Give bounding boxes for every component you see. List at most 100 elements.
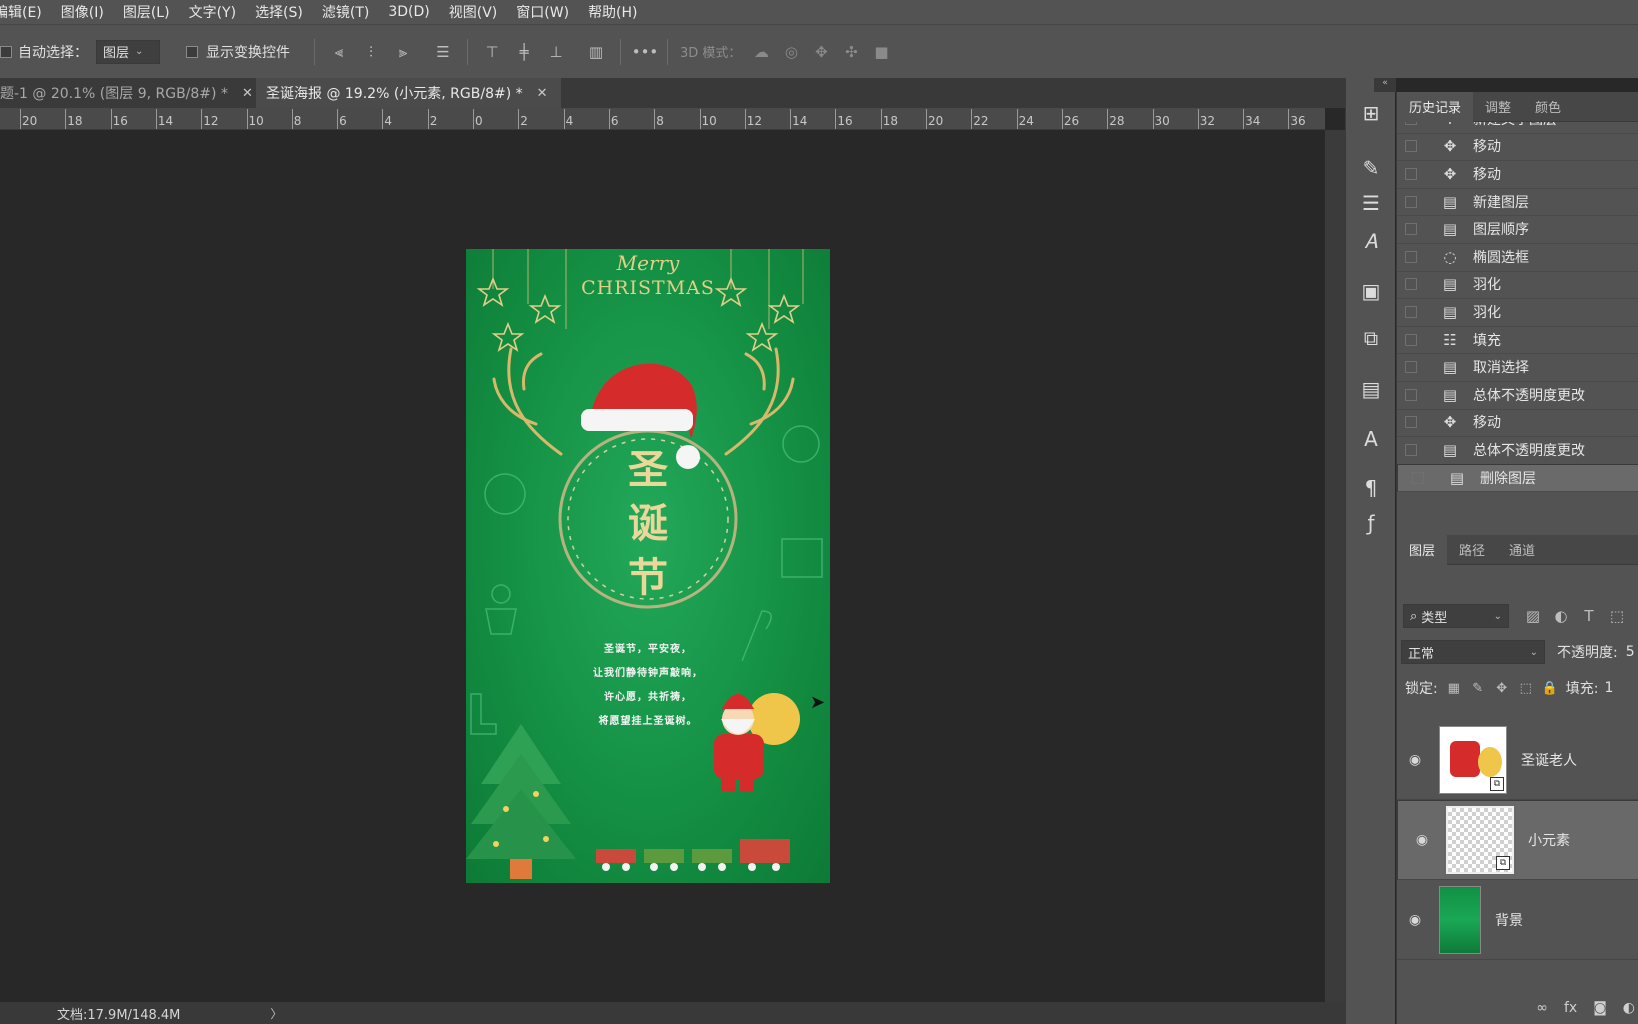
snapshot-checkbox[interactable] [1405, 361, 1417, 374]
snapshot-checkbox[interactable] [1405, 195, 1417, 208]
layer-row-small-elements[interactable]: ◉ ⧉ 小元素 [1397, 800, 1638, 880]
properties-icon[interactable]: ▤ [1356, 374, 1386, 404]
link-layers-icon[interactable]: ∞ [1536, 1000, 1548, 1016]
snapshot-checkbox[interactable] [1405, 278, 1417, 291]
menu-window[interactable]: 窗口(W) [516, 2, 569, 22]
snapshot-checkbox[interactable] [1412, 472, 1424, 485]
align-right-icon[interactable]: ⫸ [393, 42, 413, 62]
grid-icon[interactable]: ⊞ [1356, 98, 1386, 128]
menu-edit[interactable]: 编辑(E) [0, 2, 42, 22]
lock-all-icon[interactable]: 🔒 [1540, 678, 1560, 698]
snapshot-checkbox[interactable] [1405, 223, 1417, 236]
snapshot-checkbox[interactable] [1405, 122, 1417, 125]
snapshot-checkbox[interactable] [1405, 305, 1417, 318]
lock-pixels-icon[interactable]: ✎ [1468, 678, 1488, 698]
layer-style-icon[interactable]: fx [1564, 1000, 1577, 1016]
tab-channels[interactable]: 通道 [1497, 535, 1547, 565]
character-icon[interactable]: A [1356, 424, 1386, 454]
lock-position-icon[interactable]: ✥ [1492, 678, 1512, 698]
snapshot-checkbox[interactable] [1405, 388, 1417, 401]
fill-value[interactable]: 1 [1604, 680, 1613, 696]
history-item[interactable]: ▤ 新建图层 [1397, 188, 1638, 217]
blend-mode-dropdown[interactable]: 正常 ⌄ [1401, 640, 1545, 664]
snapshot-checkbox[interactable] [1405, 250, 1417, 263]
menu-layer[interactable]: 图层(L) [123, 2, 170, 22]
lock-artboard-icon[interactable]: ⬚ [1516, 678, 1536, 698]
align-bottom-icon[interactable]: ⊥ [546, 42, 566, 62]
3d-slide-icon[interactable]: ✣ [841, 42, 861, 62]
tab-color[interactable]: 颜色 [1523, 92, 1573, 122]
navigator-icon[interactable]: ▣ [1356, 276, 1386, 306]
history-item[interactable]: ▤ 删除图层 [1397, 463, 1638, 493]
more-options-icon[interactable]: ••• [632, 42, 659, 62]
pixel-filter-icon[interactable]: ▨ [1523, 606, 1543, 626]
menu-filter[interactable]: 滤镜(T) [322, 2, 369, 22]
layer-filter-dropdown[interactable]: ⌕ 类型 ⌄ [1403, 604, 1509, 628]
brush-settings-icon[interactable]: ✎ [1356, 153, 1386, 183]
close-icon[interactable]: ✕ [537, 86, 548, 101]
paragraph-icon[interactable]: ¶ [1356, 473, 1386, 503]
snapshot-checkbox[interactable] [1405, 140, 1417, 153]
character-style-icon[interactable]: 𝐴 [1356, 226, 1386, 256]
tab-paths[interactable]: 路径 [1447, 535, 1497, 565]
align-vcenter-icon[interactable]: ╪ [514, 42, 534, 62]
auto-select-dropdown[interactable]: 图层 ⌄ [96, 39, 160, 64]
adjustment-filter-icon[interactable]: ◐ [1551, 606, 1571, 626]
3d-orbit-icon[interactable]: ☁ [751, 42, 771, 62]
snapshot-checkbox[interactable] [1405, 416, 1417, 429]
menu-select[interactable]: 选择(S) [255, 2, 303, 22]
close-icon[interactable]: ✕ [242, 86, 253, 101]
menu-type[interactable]: 文字(Y) [189, 2, 236, 22]
tab-layers[interactable]: 图层 [1397, 534, 1448, 565]
shape-filter-icon[interactable]: ⬚ [1607, 606, 1627, 626]
show-transform-checkbox[interactable] [186, 45, 198, 58]
type-filter-icon[interactable]: T [1579, 606, 1599, 626]
distribute-icon[interactable]: ☰ [433, 42, 453, 62]
tab-history[interactable]: 历史记录 [1397, 91, 1474, 122]
add-mask-icon[interactable]: ◙ [1593, 1000, 1607, 1016]
auto-select-checkbox[interactable] [0, 45, 12, 58]
eye-icon[interactable]: ◉ [1410, 832, 1434, 848]
tab-christmas-poster[interactable]: 圣诞海报 @ 19.2% (小元素, RGB/8#) * ✕ [256, 78, 561, 108]
new-adjustment-icon[interactable]: ◐ [1623, 1000, 1635, 1016]
vertical-scrollbar[interactable] [1325, 130, 1345, 1002]
lock-transparent-icon[interactable]: ▦ [1444, 678, 1464, 698]
opacity-value[interactable]: 5 [1626, 644, 1635, 660]
history-item[interactable]: ✥ 移动 [1397, 133, 1638, 162]
menu-image[interactable]: 图像(I) [61, 2, 104, 22]
history-item[interactable]: ✥ 移动 [1397, 160, 1638, 189]
history-item[interactable]: ▤ 羽化 [1397, 298, 1638, 327]
tab-adjustments[interactable]: 调整 [1473, 92, 1523, 122]
menu-help[interactable]: 帮助(H) [588, 2, 637, 22]
eye-icon[interactable]: ◉ [1403, 752, 1427, 768]
history-item[interactable]: ✥ 移动 [1397, 409, 1638, 438]
history-item[interactable]: ▤ 图层顺序 [1397, 215, 1638, 244]
align-top-icon[interactable]: ⊤ [482, 42, 502, 62]
tab-document-1[interactable]: 题-1 @ 20.1% (图层 9, RGB/8#) * ✕ [0, 78, 256, 108]
history-item[interactable]: ▤ 总体不透明度更改 [1397, 381, 1638, 410]
adjustments-icon[interactable]: ☰ [1356, 188, 1386, 218]
styles-icon[interactable]: ƒ [1356, 508, 1386, 538]
3d-panel-icon[interactable]: ⧉ [1356, 323, 1386, 353]
layer-row-santa[interactable]: ◉ ⧉ 圣诞老人 [1397, 720, 1638, 800]
menu-view[interactable]: 视图(V) [449, 2, 498, 22]
3d-scale-icon[interactable]: ■ [871, 42, 891, 62]
history-item[interactable]: ▤ 羽化 [1397, 271, 1638, 300]
snapshot-checkbox[interactable] [1405, 167, 1417, 180]
history-item[interactable]: ☷ 填充 [1397, 326, 1638, 355]
history-item[interactable]: ◌ 椭圆选框 [1397, 243, 1638, 272]
snapshot-checkbox[interactable] [1405, 333, 1417, 346]
3d-roll-icon[interactable]: ◎ [781, 42, 801, 62]
layer-row-background[interactable]: ◉ 背景 [1397, 880, 1638, 960]
history-item[interactable]: ▤ 取消选择 [1397, 353, 1638, 382]
distribute-vertical-icon[interactable]: ▥ [586, 42, 606, 62]
menu-3d[interactable]: 3D(D) [388, 4, 429, 20]
align-hcenter-icon[interactable]: ⫶ [361, 42, 381, 62]
snapshot-checkbox[interactable] [1405, 443, 1417, 456]
collapse-panels-icon[interactable]: « [1374, 78, 1396, 92]
history-item[interactable]: ▤ 总体不透明度更改 [1397, 436, 1638, 465]
eye-icon[interactable]: ◉ [1403, 912, 1427, 928]
3d-pan-icon[interactable]: ✥ [811, 42, 831, 62]
status-menu-arrow-icon[interactable]: 〉 [270, 1005, 282, 1022]
align-left-icon[interactable]: ⫷ [329, 42, 349, 62]
